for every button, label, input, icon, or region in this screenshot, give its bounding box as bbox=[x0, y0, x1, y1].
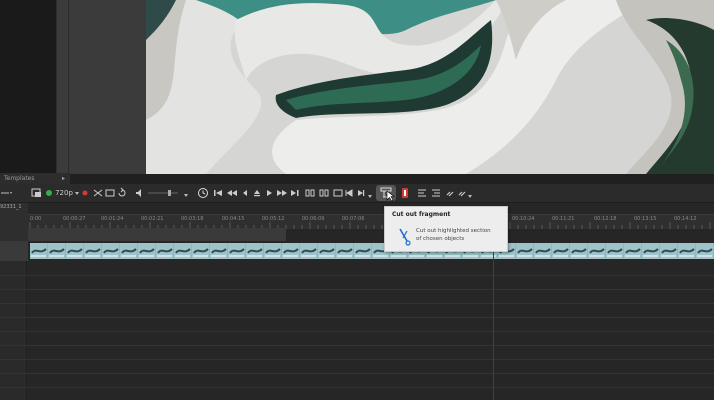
fast-forward-icon[interactable] bbox=[276, 187, 288, 199]
track-separator bbox=[0, 359, 714, 360]
ruler-tick-label: 00:01:24 bbox=[101, 216, 124, 222]
rewind-icon[interactable] bbox=[226, 187, 238, 199]
playhead[interactable] bbox=[493, 241, 494, 400]
ruler-tick-label: 00:14:12 bbox=[674, 216, 697, 222]
track-separator bbox=[0, 275, 714, 276]
record-icon[interactable] bbox=[44, 187, 54, 199]
tab-expand-arrow-icon[interactable]: ▸ bbox=[62, 174, 65, 184]
left-dark-panel bbox=[0, 0, 56, 174]
ruler-tick-label: 00:07:06 bbox=[342, 216, 365, 222]
chevron-down-icon[interactable] bbox=[367, 187, 373, 199]
tooltip-description-line-2: of chosen objects bbox=[416, 236, 465, 242]
frame-forward-icon[interactable] bbox=[318, 187, 330, 199]
ruler-tick-label: 00:11:21 bbox=[552, 216, 575, 222]
ruler-tick-label: 00:10:24 bbox=[512, 216, 535, 222]
volume-icon[interactable] bbox=[134, 187, 146, 199]
skip-start-icon[interactable] bbox=[212, 187, 224, 199]
chevron-down-icon[interactable] bbox=[466, 187, 474, 199]
track-separator bbox=[0, 317, 714, 318]
loop-icon[interactable] bbox=[332, 187, 344, 199]
selected-range[interactable] bbox=[28, 228, 286, 241]
play-icon[interactable] bbox=[264, 187, 274, 199]
ruler-tick-label: 00:12:18 bbox=[594, 216, 617, 222]
video-track-header[interactable] bbox=[0, 241, 28, 261]
mark-out-icon[interactable] bbox=[356, 187, 366, 199]
toolbar-dropdown-icon[interactable] bbox=[0, 187, 14, 199]
skip-end-icon[interactable] bbox=[290, 187, 300, 199]
ruler-tick-label: 00:13:15 bbox=[634, 216, 657, 222]
ruler-tick-label: 00:06:09 bbox=[302, 216, 325, 222]
volume-slider[interactable] bbox=[146, 187, 180, 199]
tab-templates[interactable]: Templates bbox=[0, 173, 70, 184]
video-clip[interactable] bbox=[30, 243, 714, 259]
cursor-pointer-icon bbox=[386, 187, 396, 201]
ruler-tick-label: 00:02:21 bbox=[141, 216, 164, 222]
recording-indicator-icon[interactable] bbox=[80, 187, 90, 199]
track-separator bbox=[0, 303, 714, 304]
clock-icon[interactable] bbox=[196, 187, 210, 199]
rotate-icon[interactable] bbox=[116, 187, 128, 199]
side-panel bbox=[56, 0, 147, 174]
track-separator bbox=[0, 331, 714, 332]
ruler-tick-label: 00:00:27 bbox=[63, 216, 86, 222]
scissors-icon bbox=[399, 228, 411, 246]
clip-thumbnails bbox=[30, 243, 713, 259]
stop-icon[interactable] bbox=[252, 187, 262, 199]
ruler-tick-label: 00:03:18 bbox=[181, 216, 204, 222]
chevron-down-icon[interactable] bbox=[182, 187, 190, 199]
panel-tabs-bar bbox=[0, 174, 714, 184]
link-icon[interactable] bbox=[444, 187, 456, 199]
resolution-selector[interactable]: 720p bbox=[54, 187, 74, 199]
tooltip-title: Cut out fragment bbox=[392, 211, 451, 218]
panel-divider bbox=[68, 0, 69, 174]
mark-in-icon[interactable] bbox=[344, 187, 354, 199]
video-preview[interactable] bbox=[146, 0, 714, 174]
project-name-label: 92331_1 bbox=[0, 204, 22, 210]
tooltip-cut-out-fragment: Cut out fragment Cut out highlighted sec… bbox=[384, 206, 508, 252]
track-separator bbox=[0, 345, 714, 346]
crop-icon[interactable] bbox=[104, 187, 116, 199]
preview-frame-image bbox=[146, 0, 714, 174]
marker-icon[interactable] bbox=[400, 187, 410, 199]
align-icon[interactable] bbox=[416, 187, 428, 199]
ruler-tick-label: 0:00 bbox=[30, 216, 42, 222]
split-icon[interactable] bbox=[92, 187, 104, 199]
track-separator bbox=[0, 289, 714, 290]
prev-frame-icon[interactable] bbox=[240, 187, 250, 199]
export-icon[interactable] bbox=[30, 187, 44, 199]
tooltip-description-line-1: Cut out highlighted section bbox=[416, 228, 491, 234]
distribute-icon[interactable] bbox=[430, 187, 442, 199]
ruler-tick-label: 00:04:15 bbox=[222, 216, 245, 222]
frame-back-icon[interactable] bbox=[304, 187, 316, 199]
ruler-tick-label: 00:05:12 bbox=[262, 216, 285, 222]
track-separator bbox=[0, 387, 714, 388]
track-separator bbox=[0, 373, 714, 374]
